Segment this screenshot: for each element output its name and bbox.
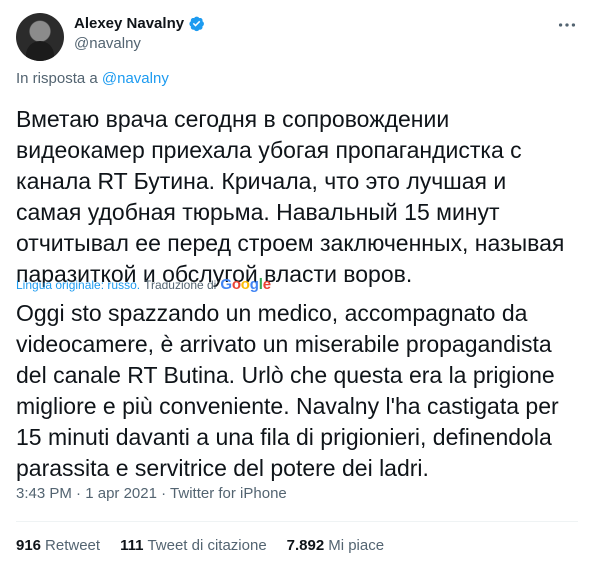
translated-text: Oggi sto spazzando un medico, accompagna… — [16, 300, 559, 481]
engagement-stats: 916 Retweet 111 Tweet di citazione 7.892 Mi… — [16, 537, 384, 554]
author-handle[interactable]: @navalny — [74, 35, 205, 52]
meta-separator: · — [161, 485, 167, 502]
retweets-label: Retweet — [45, 537, 101, 554]
name-row: Alexey Navalny — [74, 12, 205, 34]
tweet-source: Twitter for iPhone — [170, 485, 287, 502]
translation-link[interactable]: Traduzione di — [144, 278, 216, 292]
tweet-text: Вметаю врача сегодня в сопровождении вид… — [16, 106, 565, 287]
meta-separator: · — [76, 485, 82, 502]
reply-mention-link[interactable]: @navalny — [102, 70, 169, 87]
original-language-label: Lingua originale: russo. — [16, 277, 141, 292]
likes-label: Mi piace — [328, 537, 385, 554]
likes-count: 7.892 — [286, 537, 325, 554]
tweet-date[interactable]: 1 apr 2021 — [85, 485, 157, 502]
tweet-header: Alexey Navalny @navalny — [16, 8, 578, 61]
quotes-stat[interactable]: 111 Tweet di citazione — [120, 537, 267, 554]
quotes-count: 111 — [120, 537, 144, 554]
more-options-icon[interactable] — [556, 14, 578, 36]
avatar[interactable] — [16, 13, 64, 61]
author-block: Alexey Navalny @navalny — [74, 12, 205, 52]
reply-context: In risposta a @navalny — [16, 70, 169, 87]
retweets-stat[interactable]: 916 Retweet — [16, 537, 100, 554]
translation-note: Lingua originale: russo. Traduzione di G… — [16, 276, 271, 293]
tweet-time[interactable]: 3:43 PM — [16, 485, 72, 502]
quotes-label: Tweet di citazione — [147, 537, 267, 554]
verified-badge-icon — [189, 16, 205, 31]
likes-stat[interactable]: 7.892 Mi piace — [287, 537, 384, 554]
tweet-meta: 3:43 PM · 1 apr 2021 · Twitter for iPhon… — [16, 485, 287, 502]
divider — [16, 521, 578, 522]
google-logo: Google — [220, 276, 271, 293]
retweets-count: 916 — [16, 537, 42, 554]
reply-prefix: In risposta a — [16, 70, 98, 87]
author-display-name[interactable]: Alexey Navalny — [74, 15, 184, 32]
